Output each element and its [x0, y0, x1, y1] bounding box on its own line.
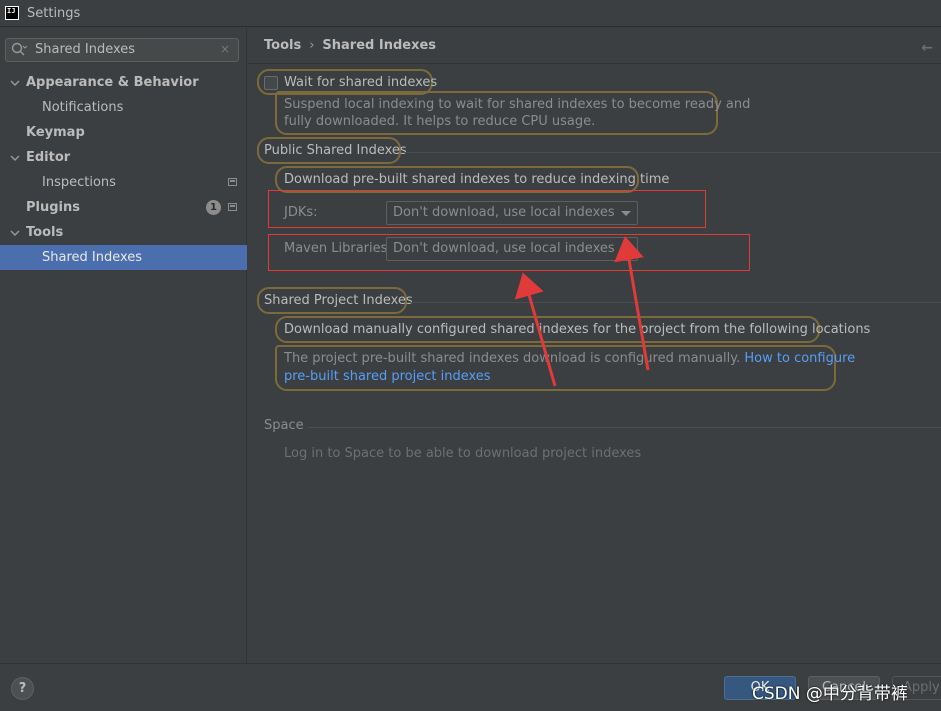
sidebar-item-tools[interactable]: Tools — [0, 220, 247, 245]
csdn-watermark: CSDN @中分背带裤 — [752, 684, 908, 704]
public-shared-indexes-heading: Public Shared Indexes — [264, 143, 407, 158]
intellij-app-icon: IJ — [5, 6, 19, 20]
settings-sidebar: Shared Indexes × Appearance & Behavior N… — [0, 28, 247, 663]
project-note-text: The project pre-built shared indexes dow… — [284, 351, 741, 366]
space-description: Log in to Space to be able to download p… — [284, 446, 642, 461]
project-level-icon — [228, 178, 237, 186]
plugins-update-badge: 1 — [206, 200, 221, 215]
sidebar-item-notifications[interactable]: Notifications — [0, 95, 247, 120]
public-description: Download pre-built shared indexes to red… — [284, 172, 670, 187]
shared-project-indexes-heading: Shared Project Indexes — [264, 293, 413, 308]
window-title: Settings — [27, 5, 81, 21]
sidebar-item-label: Shared Indexes — [42, 250, 143, 265]
breadcrumb: Tools › Shared Indexes ← — [248, 28, 941, 64]
dialog-footer: ? OK Cancel Apply CSDN @中分背带裤 — [0, 663, 941, 711]
chevron-down-icon[interactable] — [10, 78, 20, 88]
section-divider — [401, 152, 941, 153]
how-to-configure-link-continued[interactable]: pre-built shared project indexes — [284, 369, 491, 384]
search-icon — [11, 42, 27, 56]
section-divider — [407, 302, 941, 303]
breadcrumb-current: Shared Indexes — [322, 38, 437, 53]
wait-description-line2: fully downloaded. It helps to reduce CPU… — [284, 114, 596, 129]
sidebar-item-label: Inspections — [42, 175, 116, 190]
section-divider — [308, 427, 941, 428]
breadcrumb-separator: › — [309, 38, 315, 53]
back-arrow-icon[interactable]: ← — [921, 40, 933, 56]
wait-for-shared-indexes-checkbox[interactable] — [264, 76, 278, 90]
help-button[interactable]: ? — [11, 677, 34, 700]
sidebar-item-plugins[interactable]: Plugins 1 — [0, 195, 247, 220]
chevron-down-icon[interactable] — [10, 228, 20, 238]
how-to-configure-link[interactable]: How to configure — [744, 351, 855, 366]
sidebar-item-appearance-behavior[interactable]: Appearance & Behavior — [0, 70, 247, 95]
settings-tree: Appearance & Behavior Notifications Keym… — [0, 70, 247, 270]
wait-description-line1: Suspend local indexing to wait for share… — [284, 97, 751, 112]
space-heading: Space — [264, 418, 304, 433]
wait-for-shared-indexes-label[interactable]: Wait for shared indexes — [284, 75, 437, 90]
sidebar-item-keymap[interactable]: Keymap — [0, 120, 247, 145]
project-description: Download manually configured shared inde… — [284, 322, 871, 337]
project-note: The project pre-built shared indexes dow… — [284, 351, 855, 366]
sidebar-item-shared-indexes[interactable]: Shared Indexes — [0, 245, 247, 270]
sidebar-item-label: Plugins — [26, 200, 80, 215]
search-field[interactable]: Shared Indexes × — [5, 38, 239, 62]
sidebar-item-inspections[interactable]: Inspections — [0, 170, 247, 195]
sidebar-item-label: Keymap — [26, 125, 85, 140]
annotation-box-maven — [268, 234, 750, 271]
annotation-box-jdks — [268, 190, 706, 228]
sidebar-item-label: Editor — [26, 150, 71, 165]
sidebar-item-editor[interactable]: Editor — [0, 145, 247, 170]
breadcrumb-parent[interactable]: Tools — [264, 38, 301, 53]
sidebar-item-label: Tools — [26, 225, 64, 240]
sidebar-item-label: Appearance & Behavior — [26, 75, 199, 90]
settings-content: Tools › Shared Indexes ← Wait for shared… — [248, 28, 941, 663]
title-bar: IJ Settings — [0, 0, 941, 27]
clear-search-icon[interactable]: × — [220, 42, 230, 56]
project-level-icon — [228, 203, 237, 211]
chevron-down-icon[interactable] — [10, 153, 20, 163]
sidebar-item-label: Notifications — [42, 100, 124, 115]
search-input[interactable]: Shared Indexes — [35, 42, 135, 57]
